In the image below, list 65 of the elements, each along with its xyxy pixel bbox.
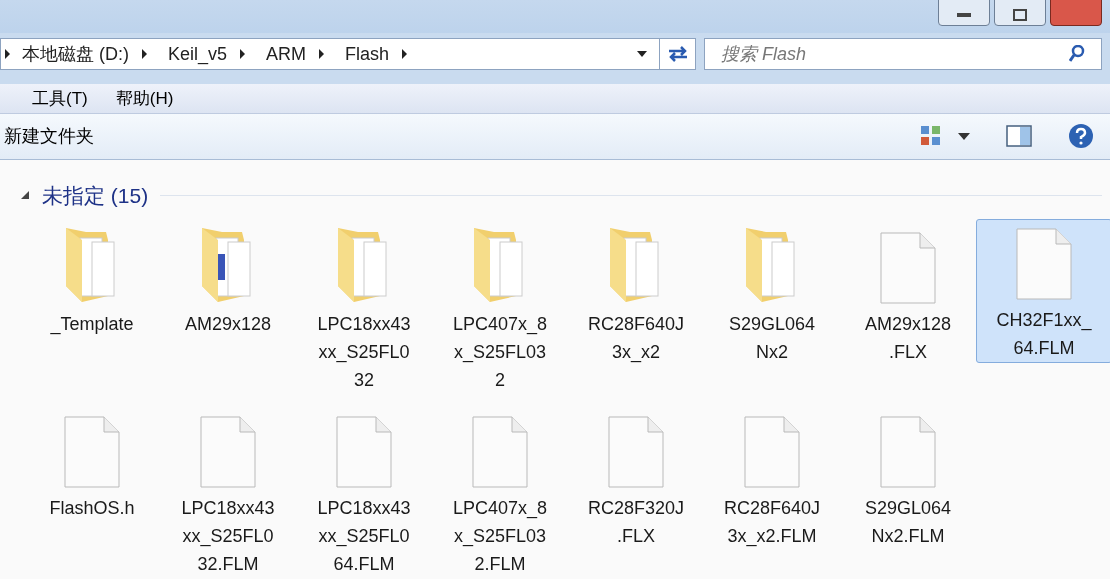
chevron-icon <box>401 49 409 60</box>
maximize-button[interactable] <box>994 0 1046 26</box>
file-name: RC28F320J .FLX <box>587 497 684 548</box>
file-name: CH32F1xx_ 64.FLM <box>996 309 1092 360</box>
breadcrumb-item[interactable]: ARM <box>266 40 307 68</box>
file-name: LPC18xx43 xx_S25FL0 32.FLM <box>181 497 275 576</box>
menu-item[interactable]: 工具(T) <box>32 85 88 112</box>
file-item[interactable]: RC28F320J .FLX <box>568 403 704 579</box>
chevron-icon <box>318 49 326 60</box>
breadcrumb-item[interactable]: Keil_v5 <box>168 40 228 68</box>
chevron-icon <box>141 49 148 60</box>
group-header[interactable]: 未指定 (15) <box>42 179 149 211</box>
minimize-button[interactable] <box>938 0 990 26</box>
file-icon <box>472 416 528 488</box>
file-item[interactable]: CH32F1xx_ 64.FLM <box>976 219 1110 363</box>
help-icon[interactable] <box>1068 123 1094 150</box>
view-options-icon[interactable] <box>920 125 942 148</box>
folder-item[interactable]: AM29x128 <box>160 219 296 395</box>
file-name: LPC18xx43 xx_S25FL0 32 <box>317 313 411 392</box>
file-item[interactable]: FlashOS.h <box>24 403 160 579</box>
file-icon <box>744 416 800 488</box>
file-item[interactable]: AM29x128 .FLX <box>840 219 976 395</box>
search-icon <box>1069 45 1085 64</box>
breadcrumb-item[interactable]: 本地磁盘 (D:) <box>22 40 129 68</box>
file-name: LPC407x_8 x_S25FL03 2.FLM <box>452 497 548 576</box>
preview-pane-icon[interactable] <box>1006 125 1032 148</box>
file-name: LPC18xx43 xx_S25FL0 64.FLM <box>317 497 411 576</box>
file-icon <box>64 416 120 488</box>
dropdown-icon[interactable] <box>958 132 970 140</box>
breadcrumb-item[interactable]: Flash <box>345 40 390 68</box>
address-bar[interactable]: 本地磁盘 (D:) Keil_v5 ARM Flash <box>0 38 696 71</box>
file-name: FlashOS.h <box>49 497 135 520</box>
folder-item[interactable]: RC28F640J 3x_x2 <box>568 219 704 395</box>
file-icon <box>880 232 936 304</box>
file-item[interactable]: LPC407x_8 x_S25FL03 2.FLM <box>432 403 568 579</box>
file-icon <box>608 416 664 488</box>
file-icon <box>336 416 392 488</box>
search-field[interactable]: 搜索 Flash <box>704 38 1102 71</box>
refresh-icon <box>666 45 689 64</box>
search-input[interactable]: 搜索 Flash <box>721 40 1069 68</box>
file-name: S29GL064 Nx2.FLM <box>864 497 952 548</box>
file-name: AM29x128 .FLX <box>864 313 952 364</box>
dropdown-icon[interactable] <box>637 51 647 58</box>
file-icon <box>1016 228 1072 300</box>
folder-item[interactable]: S29GL064 Nx2 <box>704 219 840 395</box>
file-name: LPC407x_8 x_S25FL03 2 <box>452 313 548 392</box>
folder-item[interactable]: LPC407x_8 x_S25FL03 2 <box>432 219 568 395</box>
chevron-icon <box>5 49 10 60</box>
file-name: AM29x128 <box>184 313 272 336</box>
chevron-icon <box>239 49 247 60</box>
file-name: RC28F640J 3x_x2.FLM <box>723 497 820 549</box>
file-name: _Template <box>50 313 134 337</box>
new-folder-button[interactable]: 新建文件夹 <box>4 122 94 150</box>
menu-item[interactable]: 帮助(H) <box>115 85 174 112</box>
file-name: RC28F640J 3x_x2 <box>587 313 684 365</box>
file-icon <box>200 416 256 488</box>
file-item[interactable]: LPC18xx43 xx_S25FL0 64.FLM <box>296 403 432 579</box>
file-item[interactable]: LPC18xx43 xx_S25FL0 32.FLM <box>160 403 296 579</box>
folder-item[interactable]: LPC18xx43 xx_S25FL0 32 <box>296 219 432 395</box>
file-item[interactable]: RC28F640J 3x_x2.FLM <box>704 403 840 579</box>
file-item[interactable]: S29GL064 Nx2.FLM <box>840 403 976 579</box>
collapse-icon[interactable] <box>20 190 30 201</box>
folder-item[interactable]: _Template <box>24 219 160 395</box>
file-icon <box>880 416 936 488</box>
file-name: S29GL064 Nx2 <box>728 313 816 364</box>
